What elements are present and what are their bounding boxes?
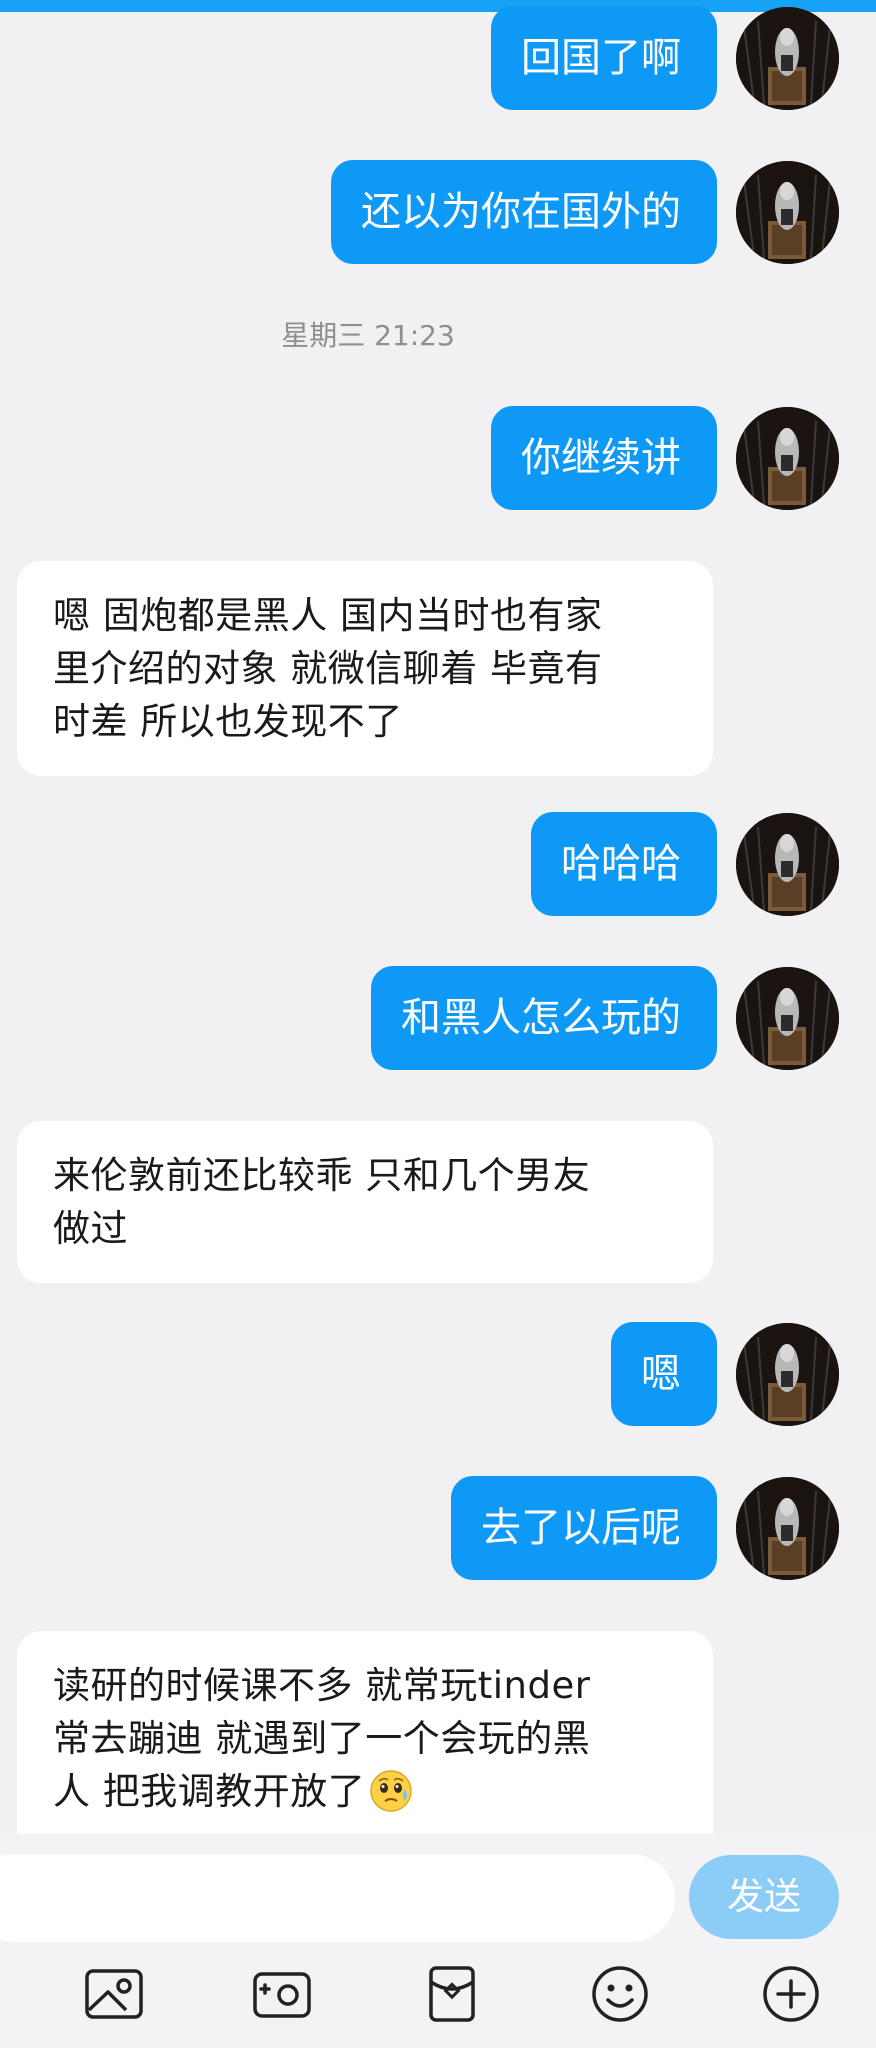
- avatar-image: [736, 7, 839, 110]
- chat-message-list[interactable]: 回国了啊 还以为你在国外的 星期三 21:23 你继续讲 嗯 固炮都是黑人 国内…: [0, 0, 876, 1834]
- message-bubble[interactable]: 嗯: [611, 1322, 717, 1426]
- message-line: 来伦敦前还比较乖 只和几个男友: [53, 1154, 591, 1197]
- message-outgoing: 嗯: [0, 1322, 876, 1426]
- message-outgoing: 回国了啊: [0, 6, 876, 110]
- message-incoming[interactable]: 读研的时候课不多 就常玩tinder 常去蹦迪 就遇到了一个会玩的黑 人 把我调…: [17, 1631, 713, 1834]
- message-line: 做过: [53, 1207, 128, 1250]
- red-packet-icon[interactable]: [420, 1962, 484, 2026]
- message-outgoing: 你继续讲: [0, 406, 876, 510]
- send-button[interactable]: 发送: [689, 1855, 839, 1939]
- message-outgoing: 去了以后呢: [0, 1476, 876, 1580]
- message-outgoing: 和黑人怎么玩的: [0, 966, 876, 1070]
- message-line: 人 把我调教开放了: [53, 1770, 366, 1813]
- avatar[interactable]: [736, 813, 839, 916]
- timestamp-divider: 星期三 21:23: [281, 319, 455, 352]
- message-input[interactable]: [0, 1854, 675, 1942]
- composer-bar: 发送: [0, 1834, 876, 1942]
- message-line: 嗯 固炮都是黑人 国内当时也有家: [53, 594, 603, 637]
- avatar[interactable]: [736, 1323, 839, 1426]
- message-outgoing: 还以为你在国外的: [0, 160, 876, 264]
- message-bubble[interactable]: 和黑人怎么玩的: [371, 966, 717, 1070]
- emoji-icon[interactable]: [588, 1962, 652, 2026]
- avatar[interactable]: [736, 7, 839, 110]
- avatar[interactable]: [736, 1477, 839, 1580]
- input-toolbar: [0, 1942, 876, 2048]
- message-outgoing: 哈哈哈: [0, 812, 876, 916]
- message-line: 常去蹦迪 就遇到了一个会玩的黑: [53, 1717, 591, 1760]
- sweat-worried-face-icon: [369, 1769, 413, 1813]
- avatar[interactable]: [736, 967, 839, 1070]
- avatar-image: [736, 1477, 839, 1580]
- message-line-last: 人 把我调教开放了: [53, 1765, 687, 1818]
- message-bubble[interactable]: 还以为你在国外的: [331, 160, 717, 264]
- message-bubble[interactable]: 你继续讲: [491, 406, 717, 510]
- message-bubble[interactable]: 去了以后呢: [451, 1476, 717, 1580]
- message-incoming[interactable]: 嗯 固炮都是黑人 国内当时也有家 里介绍的对象 就微信聊着 毕竟有 时差 所以也…: [17, 561, 713, 776]
- message-line: 读研的时候课不多 就常玩tinder: [53, 1664, 591, 1707]
- message-bubble[interactable]: 回国了啊: [491, 6, 717, 110]
- avatar[interactable]: [736, 161, 839, 264]
- plus-circle-icon[interactable]: [759, 1962, 823, 2026]
- message-bubble[interactable]: 哈哈哈: [531, 812, 717, 916]
- avatar-image: [736, 161, 839, 264]
- avatar-image: [736, 1323, 839, 1426]
- message-line: 时差 所以也发现不了: [53, 700, 403, 743]
- message-incoming[interactable]: 来伦敦前还比较乖 只和几个男友 做过: [17, 1121, 713, 1283]
- avatar-image: [736, 967, 839, 1070]
- avatar[interactable]: [736, 407, 839, 510]
- camera-icon[interactable]: [250, 1962, 314, 2026]
- avatar-image: [736, 407, 839, 510]
- message-line: 里介绍的对象 就微信聊着 毕竟有: [53, 647, 603, 690]
- image-icon[interactable]: [82, 1962, 146, 2026]
- avatar-image: [736, 813, 839, 916]
